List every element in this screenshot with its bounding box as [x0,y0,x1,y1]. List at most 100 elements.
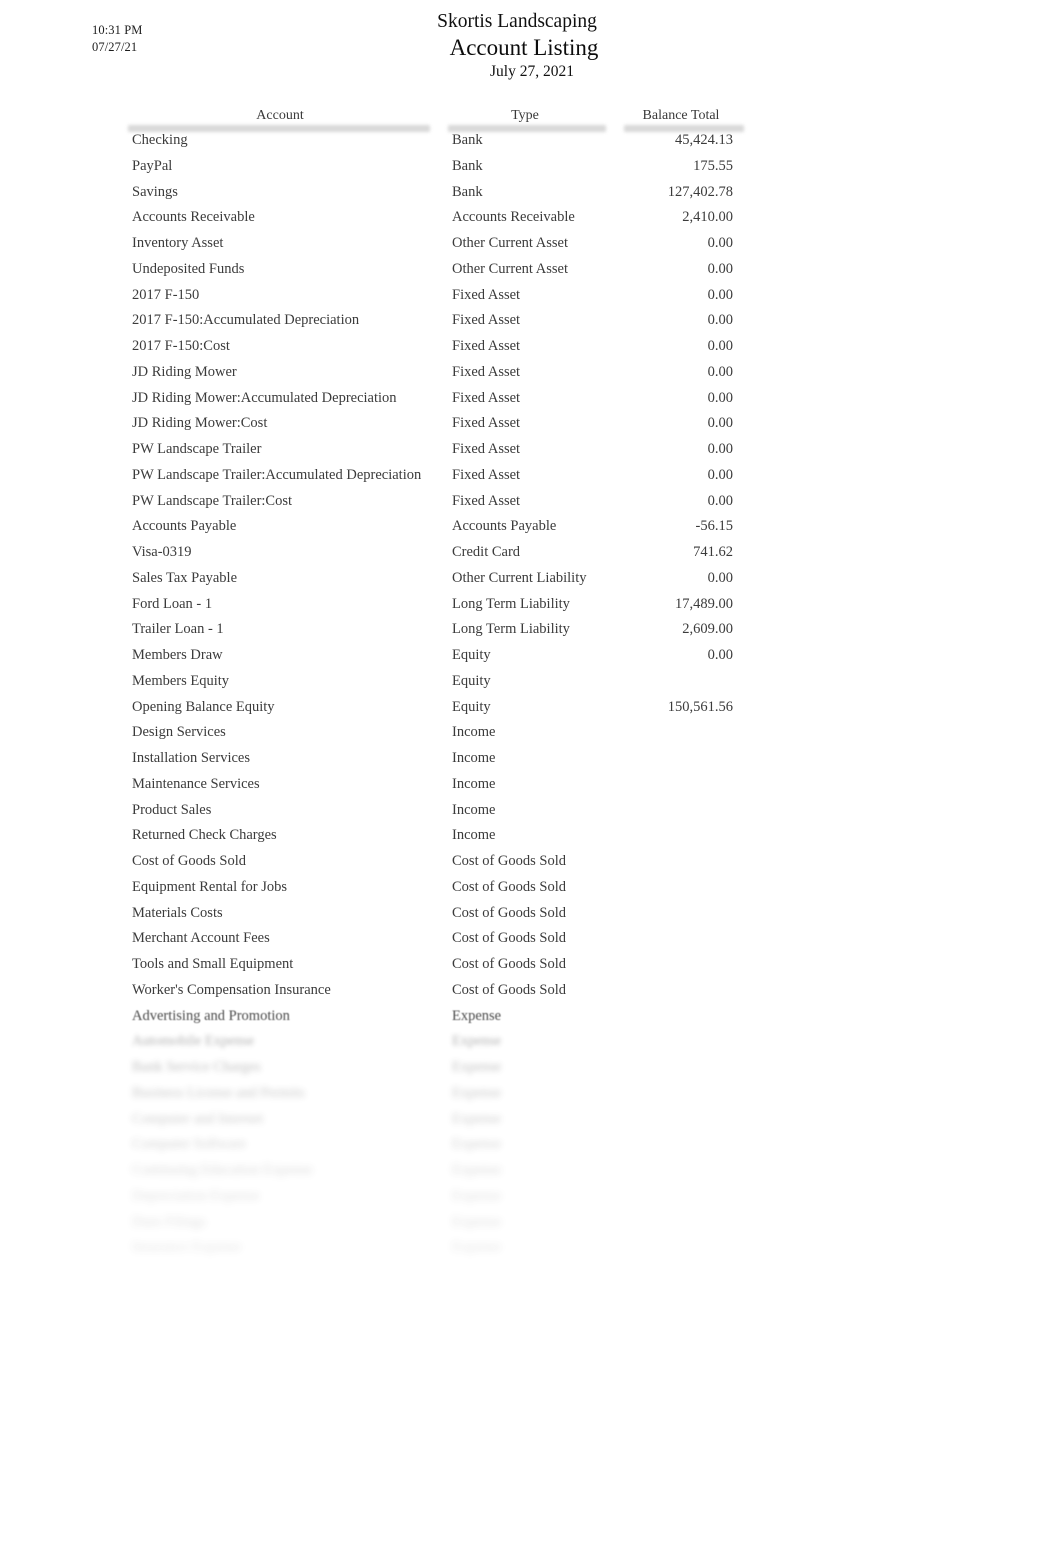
table-body: Checking Bank 45,424.13 PayPal Bank 175.55 Sav… [0,131,1062,1264]
table-row: 2017 F-150 Fixed Asset 0.00 [0,286,1062,312]
cell-type: Fixed Asset [452,492,521,509]
cell-account: Checking [132,132,188,148]
cell-account: 2017 F-150:Accumulated Depreciation [132,312,360,329]
cell-account: PayPal [132,157,173,174]
cell-type: Long Term Liability [452,595,570,612]
cell-account: Maintenance Services [132,775,260,792]
cell-type: Equity [452,698,491,715]
table-row: Automobile Expense Expense [0,1032,1062,1058]
cell-account: Installation Services [132,750,250,766]
cell-account: Worker's Compensation Insurance [132,981,331,998]
cell-account: Computer Software [132,1136,246,1153]
table-row: Computer Software Expense [0,1135,1062,1161]
cell-balance-total: 0.00 [707,312,733,329]
cell-type: Expense [452,1162,502,1178]
cell-type: Accounts Receivable [452,209,575,226]
table-row: Tools and Small Equipment Cost of Goods S… [0,955,1062,981]
cell-account: Bank Service Charges [132,1059,261,1075]
cell-type: Equity [452,672,491,689]
cell-type: Long Term Liability [452,621,570,638]
cell-account: Merchant Account Fees [132,930,270,947]
table-row: Installation Services Income [0,749,1062,775]
table-row: 2017 F-150:Cost Fixed Asset 0.00 [0,337,1062,363]
cell-account: Accounts Payable [132,518,237,535]
report-page: 10:31 PM 07/27/21 Skortis Landscaping Ac… [0,0,1062,1561]
cell-type: Fixed Asset [452,441,521,457]
cell-balance-total: 0.00 [707,492,733,509]
cell-account: PW Landscape Trailer:Cost [132,492,293,509]
table-row: JD Riding Mower:Cost Fixed Asset 0.00 [0,414,1062,440]
table-row: Savings Bank 127,402.78 [0,183,1062,209]
cell-balance-total: 175.55 [693,157,733,174]
cell-account: Accounts Receivable [132,209,255,226]
cell-balance-total: 0.00 [707,235,733,251]
table-row: Materials Costs Cost of Goods Sold [0,904,1062,930]
table-row: 2017 F-150:Accumulated Depreciation Fixed… [0,311,1062,337]
table-row: Returned Check Charges Income [0,826,1062,852]
cell-account: PW Landscape Trailer:Accumulated Depreci… [132,466,422,483]
table-row: JD Riding Mower:Accumulated Depreciation… [0,389,1062,415]
cell-account: Tools and Small Equipment [132,956,294,972]
cell-type: Equity [452,647,491,663]
table-row: Ford Loan - 1 Long Term Liability 17,489.0… [0,595,1062,621]
cell-balance-total: 150,561.56 [667,698,733,715]
table-row: Merchant Account Fees Cost of Goods Sold [0,929,1062,955]
cell-type: Income [452,724,496,741]
cell-type: Accounts Payable [452,518,557,535]
table-row: Members Equity Equity [0,672,1062,698]
cell-type: Cost of Goods Sold [452,878,567,895]
cell-type: Expense [452,1084,502,1101]
cell-balance-total: 0.00 [707,338,733,354]
cell-type: Income [452,801,496,818]
company-name: Skortis Landscaping [437,11,597,32]
table-header-row: Account Type Balance Total [0,108,1062,132]
cell-account: Materials Costs [132,904,223,921]
cell-type: Fixed Asset [452,286,521,303]
cell-account: PW Landscape Trailer [132,441,262,457]
cell-type: Expense [452,1239,502,1256]
cell-account: Computer and Internet [132,1110,264,1127]
cell-account: Undeposited Funds [132,260,245,277]
cell-account: Inventory Asset [132,235,224,251]
column-header-type: Type [511,108,539,123]
table-row: Cost of Goods Sold Cost of Goods Sold [0,852,1062,878]
column-header-account: Account [256,108,304,123]
cell-balance-total: -56.15 [695,518,733,535]
cell-balance-total: 0.00 [707,363,733,380]
cell-type: Income [452,827,496,844]
cell-account: Trailer Loan - 1 [132,621,224,638]
cell-account: Savings [132,183,178,200]
cell-balance-total: 0.00 [707,415,733,432]
table-row: JD Riding Mower Fixed Asset 0.00 [0,363,1062,389]
cell-balance-total: 0.00 [707,647,733,663]
table-row: Business License and Permits Expense [0,1084,1062,1110]
cell-type: Expense [452,1136,502,1153]
cell-type: Expense [452,1110,502,1127]
cell-account: Continuing Education Expense [132,1162,313,1178]
column-header-balance-total: Balance Total [642,108,720,123]
cell-type: Fixed Asset [452,389,521,406]
cell-type: Bank [452,157,483,174]
cell-balance-total: 0.00 [707,466,733,483]
cell-type: Fixed Asset [452,338,521,354]
cell-balance-total: 0.00 [707,441,733,457]
cell-account: Insurance Expense [132,1239,242,1256]
table-row: PayPal Bank 175.55 [0,157,1062,183]
cell-balance-total: 0.00 [707,389,733,406]
cell-type: Cost of Goods Sold [452,981,567,998]
cell-type: Fixed Asset [452,466,521,483]
table-row: Inventory Asset Other Current Asset 0.00 [0,234,1062,260]
cell-account: JD Riding Mower:Cost [132,415,268,432]
table-row: Maintenance Services Income [0,775,1062,801]
table-row: PW Landscape Trailer:Accumulated Depreci… [0,466,1062,492]
cell-type: Expense [452,1033,502,1050]
table-row: Insurance Expense Expense [0,1238,1062,1264]
cell-balance-total: 2,410.00 [682,209,733,226]
table-row: Equipment Rental for Jobs Cost of Goods S… [0,878,1062,904]
cell-account: Visa-0319 [132,544,192,560]
cell-account: Ford Loan - 1 [132,595,213,612]
table-row: Product Sales Income [0,801,1062,827]
cell-account: Equipment Rental for Jobs [132,878,288,895]
cell-balance-total: 2,609.00 [682,621,733,638]
cell-type: Cost of Goods Sold [452,853,567,869]
